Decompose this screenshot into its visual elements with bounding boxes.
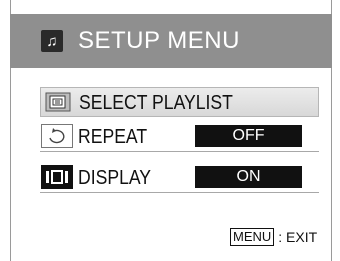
repeat-value[interactable]: OFF [195,125,302,147]
menu-item-repeat[interactable]: REPEAT OFF [40,122,319,152]
playlist-icon [42,90,74,114]
display-icon [41,165,73,189]
exit-label: : EXIT [278,229,318,245]
menu-item-label: SELECT PLAYLIST [79,92,233,114]
menu-item-select-playlist[interactable]: SELECT PLAYLIST [40,87,319,117]
exit-hint: MENU : EXIT [230,228,317,246]
menu-title: SETUP MENU [78,27,240,54]
menu-item-label: REPEAT [78,126,148,148]
menu-key[interactable]: MENU [230,228,275,246]
menu-item-label: DISPLAY [78,167,152,189]
music-note-icon: ♫ [41,30,63,52]
display-value[interactable]: ON [195,166,302,188]
menu-item-display[interactable]: DISPLAY ON [40,163,319,193]
repeat-icon [41,124,73,148]
